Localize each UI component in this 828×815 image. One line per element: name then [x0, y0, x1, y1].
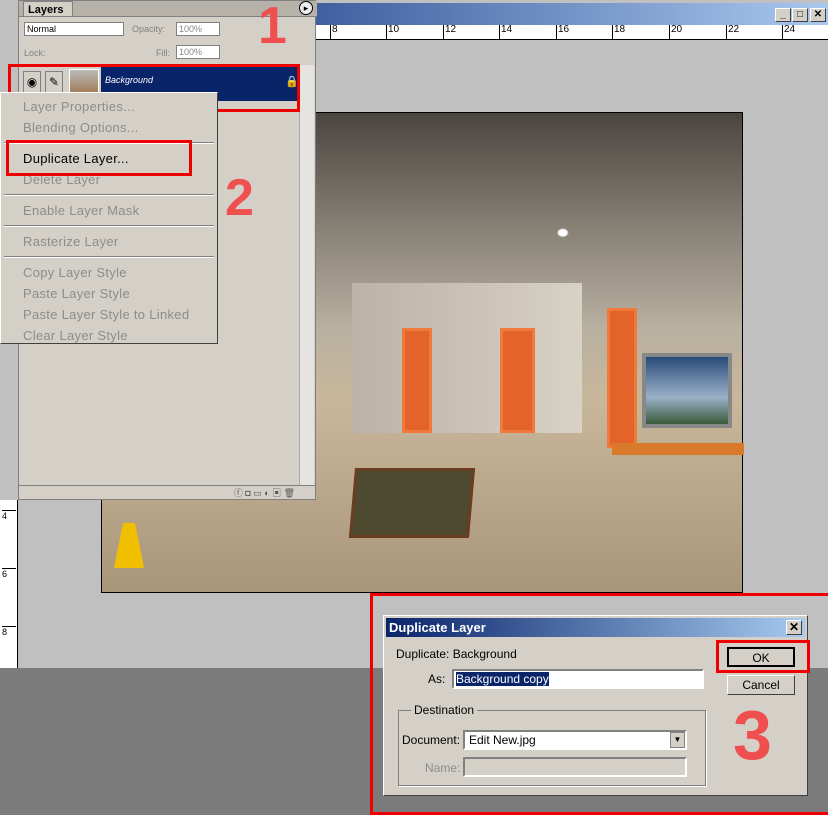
- cancel-button[interactable]: Cancel: [727, 675, 795, 695]
- ruler-tick: 14: [499, 25, 512, 39]
- document-title-bar[interactable]: _ □ ✕: [316, 3, 828, 25]
- menu-item-paste-layer-style-linked[interactable]: Paste Layer Style to Linked: [1, 304, 217, 325]
- dialog-close-button[interactable]: ✕: [786, 620, 802, 635]
- as-label: As:: [428, 672, 446, 686]
- panel-menu-button[interactable]: ▸: [299, 1, 313, 15]
- menu-item-layer-properties[interactable]: Layer Properties...: [1, 96, 217, 117]
- menu-item-enable-layer-mask[interactable]: Enable Layer Mask: [1, 200, 217, 221]
- destination-label: Destination: [411, 703, 478, 717]
- ruler-tick: 20: [669, 25, 682, 39]
- ruler-tick: 6: [2, 568, 16, 579]
- context-menu: Layer Properties... Blending Options... …: [0, 92, 218, 344]
- image-door: [500, 328, 535, 433]
- ruler-tick: 16: [556, 25, 569, 39]
- dialog-title: Duplicate Layer: [389, 620, 486, 635]
- name-input[interactable]: [463, 757, 687, 777]
- document-select-value: Edit New.jpg: [469, 733, 536, 747]
- image-tv: [642, 353, 732, 428]
- maximize-button[interactable]: □: [792, 8, 808, 22]
- tab-layers[interactable]: Layers: [23, 1, 73, 16]
- close-button[interactable]: ✕: [810, 8, 826, 22]
- step-3-label: 3: [733, 696, 772, 774]
- ruler-tick: 4: [2, 510, 16, 521]
- ruler-tick: 24: [782, 25, 795, 39]
- ruler-tick: 8: [330, 25, 338, 39]
- document-select[interactable]: Edit New.jpg ▼: [463, 730, 687, 750]
- menu-item-paste-layer-style[interactable]: Paste Layer Style: [1, 283, 217, 304]
- image-wall: [352, 283, 582, 433]
- highlight-box-3: [716, 640, 810, 673]
- fill-input[interactable]: 100%: [176, 45, 220, 59]
- menu-separator: [4, 256, 214, 258]
- duplicate-source-label: Duplicate: Background: [396, 647, 517, 661]
- ruler-tick: 12: [443, 25, 456, 39]
- chevron-down-icon[interactable]: ▼: [670, 732, 685, 748]
- minimize-button[interactable]: _: [775, 8, 791, 22]
- document-label: Document:: [402, 733, 461, 747]
- step-1-label: 1: [258, 0, 287, 55]
- blend-mode-select[interactable]: Normal: [24, 22, 124, 36]
- ruler-tick: 8: [2, 626, 16, 637]
- destination-group: Destination Document: Edit New.jpg ▼ Nam…: [398, 703, 706, 786]
- menu-item-copy-layer-style[interactable]: Copy Layer Style: [1, 262, 217, 283]
- vertical-ruler: 4 6 8: [0, 500, 18, 668]
- as-input[interactable]: Background copy: [452, 669, 704, 689]
- menu-separator: [4, 225, 214, 227]
- menu-item-clear-layer-style[interactable]: Clear Layer Style: [1, 325, 217, 346]
- ruler-tick: 22: [726, 25, 739, 39]
- step-2-label: 2: [225, 169, 254, 227]
- layers-bottom-toolbar: ⓕ ◘ ▭ ◐ ▣ 🗑: [19, 485, 315, 500]
- fill-label: Fill:: [156, 48, 170, 58]
- ruler-tick: 18: [612, 25, 625, 39]
- image-door: [607, 308, 637, 448]
- lock-label: Lock:: [24, 48, 46, 58]
- horizontal-ruler: 8 10 12 14 16 18 20 22 24: [316, 25, 828, 40]
- image-shelf: [612, 443, 744, 455]
- opacity-input[interactable]: 100%: [176, 22, 220, 36]
- menu-separator: [4, 194, 214, 196]
- menu-item-rasterize-layer[interactable]: Rasterize Layer: [1, 231, 217, 252]
- image-door: [402, 328, 432, 433]
- image-table: [348, 468, 476, 538]
- opacity-label: Opacity:: [132, 24, 166, 34]
- ruler-tick: 10: [386, 25, 399, 39]
- as-input-value: Background copy: [456, 672, 549, 686]
- name-label: Name:: [425, 761, 461, 775]
- highlight-box-2: [6, 140, 192, 176]
- dialog-title-bar[interactable]: Duplicate Layer ✕: [386, 618, 805, 637]
- layers-scrollbar[interactable]: [299, 65, 314, 485]
- image-lamp: [114, 523, 144, 568]
- menu-item-blending-options[interactable]: Blending Options...: [1, 117, 217, 138]
